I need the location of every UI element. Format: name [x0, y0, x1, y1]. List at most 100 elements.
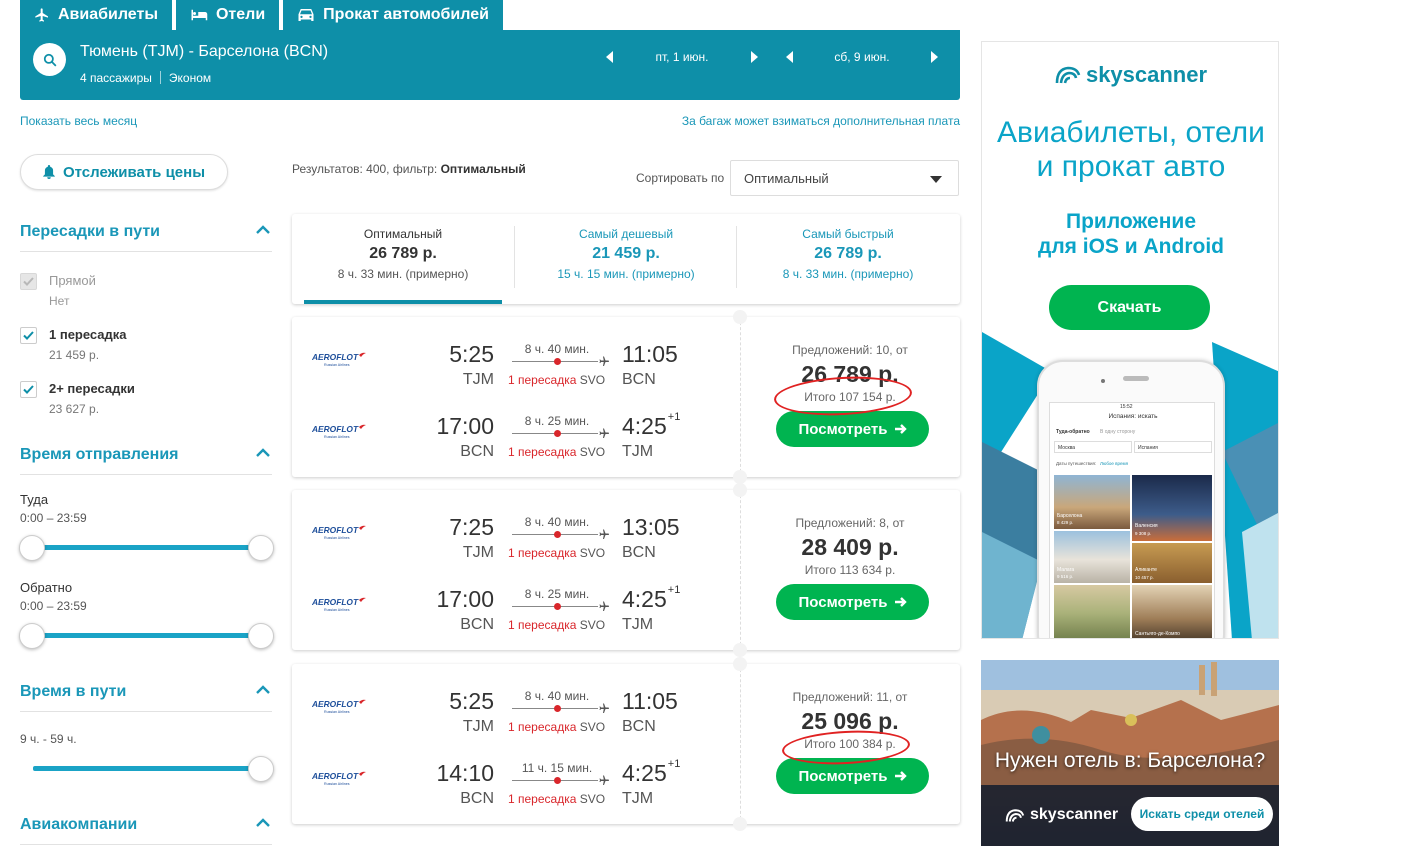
duration-slider-max-handle[interactable] — [248, 756, 274, 782]
divider — [20, 474, 272, 475]
tab-hotels-label: Отели — [215, 6, 266, 23]
stops-count: 1 пересадка — [508, 720, 577, 734]
airline-logo-subtext: Russian Airlines — [324, 536, 350, 540]
city-name: Аликанте — [1135, 567, 1157, 573]
stops-filter-title: Пересадки в пути — [20, 223, 161, 240]
view-deal-button[interactable]: Посмотреть — [776, 584, 929, 620]
aeroflot-logo: AEROFLOT Russian Airlines — [312, 352, 366, 367]
leg-duration: 11 ч. 15 мин. — [521, 761, 593, 775]
day-offset: +1 — [667, 411, 681, 423]
depart-date[interactable]: пт, 1 июн. — [613, 50, 751, 64]
departure-time-filter-header[interactable]: Время отправления — [20, 446, 272, 464]
arrival-time-value: 4:25 — [622, 760, 667, 786]
stop-airport: SVO — [579, 546, 606, 560]
outbound-slider-max-handle[interactable] — [248, 535, 274, 561]
prev-depart-date-icon[interactable] — [606, 51, 613, 63]
airline-logo-text: AEROFLOT — [312, 424, 359, 434]
city-price: 9 516 р. — [1057, 574, 1074, 579]
phone-title: Испания: искать — [1108, 413, 1158, 420]
prev-return-date-icon[interactable] — [786, 51, 793, 63]
checkbox-direct[interactable] — [20, 273, 37, 290]
sort-tab-fastest[interactable]: Самый быстрый 26 789 р. 8 ч. 33 мин. (пр… — [737, 214, 959, 304]
sort-tab-best[interactable]: Оптимальный 26 789 р. 8 ч. 33 мин. (прим… — [292, 214, 514, 304]
check-icon — [23, 277, 34, 286]
phone-dates-label: Даты путешествия: — [1056, 461, 1097, 466]
flight-result-card[interactable]: AEROFLOT Russian Airlines 7:25 TJM 8 ч. … — [292, 483, 960, 657]
plane-icon — [599, 775, 609, 785]
city-tile: Малага 9 516 р. — [1054, 531, 1130, 583]
airlines-filter-header[interactable]: Авиакомпании — [20, 816, 272, 834]
stops-filter-header[interactable]: Пересадки в пути — [20, 223, 272, 241]
outbound-leg: AEROFLOT Russian Airlines 5:25 TJM 8 ч. … — [292, 678, 740, 738]
sort-tab-label: Самый быстрый — [802, 227, 894, 241]
airline-logo-text: AEROFLOT — [312, 771, 359, 781]
leg-duration: 8 ч. 40 мин. — [524, 515, 590, 529]
offers-count: Предложений: 8, от — [795, 516, 905, 530]
city-price: 9 308 р. — [1135, 531, 1152, 536]
passengers-text: 4 пассажиры — [80, 71, 152, 85]
duration-slider-track[interactable] — [33, 766, 261, 771]
skyscanner-cloud-icon — [1055, 66, 1081, 84]
show-month-link[interactable]: Показать весь месяц — [20, 114, 137, 128]
ticket-notch — [733, 310, 747, 324]
skyscanner-logo-text: skyscanner — [1030, 806, 1119, 823]
return-slider-max-handle[interactable] — [248, 623, 274, 649]
departure-time: 5:25 — [449, 688, 494, 714]
checkbox-one-stop[interactable] — [20, 327, 37, 344]
checkbox-two-plus-stops[interactable] — [20, 381, 37, 398]
skyscanner-app-ad[interactable]: skyscanner Авиабилеты, отели и прокат ав… — [981, 41, 1279, 639]
arrival-time: 13:05 — [622, 514, 681, 541]
search-summary-bar[interactable]: Тюмень (TJM) - Барселона (BCN) 4 пассажи… — [20, 30, 960, 100]
return-date[interactable]: сб, 9 июн. — [793, 50, 931, 64]
sort-select[interactable]: Оптимальный — [730, 160, 959, 196]
offers-count: Предложений: 10, от — [792, 343, 908, 357]
chevron-up-icon[interactable] — [256, 446, 270, 460]
baggage-note-link[interactable]: За багаж может взиматься дополнительная … — [682, 114, 960, 128]
departure-airport: TJM — [462, 371, 494, 388]
tab-cars[interactable]: Прокат автомобилей — [283, 0, 503, 30]
stops-count: 1 пересадка — [508, 618, 577, 632]
ad-headline-line: Авиабилеты, отели — [997, 116, 1265, 149]
return-slider-track[interactable] — [33, 633, 261, 638]
sort-tab-time: 8 ч. 33 мин. (примерно) — [782, 267, 914, 281]
return-slider-min-handle[interactable] — [19, 623, 45, 649]
outbound-slider-min-handle[interactable] — [19, 535, 45, 561]
option-label: 1 пересадка — [49, 327, 127, 342]
departure-time: 5:25 — [449, 341, 494, 367]
ticket-notch — [733, 817, 747, 831]
return-label: Обратно — [20, 580, 73, 595]
sort-tab-cheapest[interactable]: Самый дешевый 21 459 р. 15 ч. 15 мин. (п… — [515, 214, 737, 304]
chevron-up-icon[interactable] — [256, 683, 270, 697]
stops-option-one[interactable]: 1 пересадка 21 459 р. — [20, 327, 127, 362]
departure-airport: TJM — [462, 718, 494, 735]
option-price: Нет — [49, 294, 70, 308]
outbound-slider-track[interactable] — [33, 545, 261, 550]
stops-option-two-plus[interactable]: 2+ пересадки 23 627 р. — [20, 381, 135, 416]
next-return-date-icon[interactable] — [931, 51, 938, 63]
departure-time-title: Время отправления — [20, 446, 179, 463]
duration-filter-header[interactable]: Время в пути — [20, 683, 272, 701]
option-label: Прямой — [49, 273, 96, 288]
watch-prices-button[interactable]: Отслеживать цены — [20, 154, 228, 190]
stop-info: 1 пересадка SVO — [508, 720, 605, 734]
ad-headline: Авиабилеты, отели и прокат авто — [982, 116, 1278, 184]
view-deal-button[interactable]: Посмотреть — [776, 411, 929, 447]
hotel-ad[interactable]: Нужен отель в: Барселона? skyscanner Иск… — [981, 660, 1279, 846]
tab-hotels[interactable]: Отели — [175, 0, 280, 30]
next-depart-date-icon[interactable] — [751, 51, 758, 63]
airline-logo-subtext: Russian Airlines — [324, 608, 350, 612]
city-tile: Сантьяго-де-Компо — [1132, 585, 1212, 638]
sort-tabs: Оптимальный 26 789 р. 8 ч. 33 мин. (прим… — [292, 214, 960, 304]
chevron-up-icon[interactable] — [256, 816, 270, 830]
search-hotels-button[interactable]: Искать среди отелей — [1131, 797, 1273, 831]
plane-icon — [35, 8, 48, 22]
stops-option-direct[interactable]: Прямой Нет — [20, 273, 96, 308]
chevron-up-icon[interactable] — [256, 223, 270, 237]
airlines-title: Авиакомпании — [20, 816, 138, 833]
tab-flights[interactable]: Авиабилеты — [20, 0, 172, 30]
skyscanner-logo-text: skyscanner — [1085, 62, 1208, 87]
download-app-button[interactable]: Скачать — [1049, 285, 1210, 330]
search-button[interactable] — [33, 43, 66, 76]
arrival-airport: BCN — [622, 544, 656, 561]
stop-airport: SVO — [579, 445, 606, 459]
